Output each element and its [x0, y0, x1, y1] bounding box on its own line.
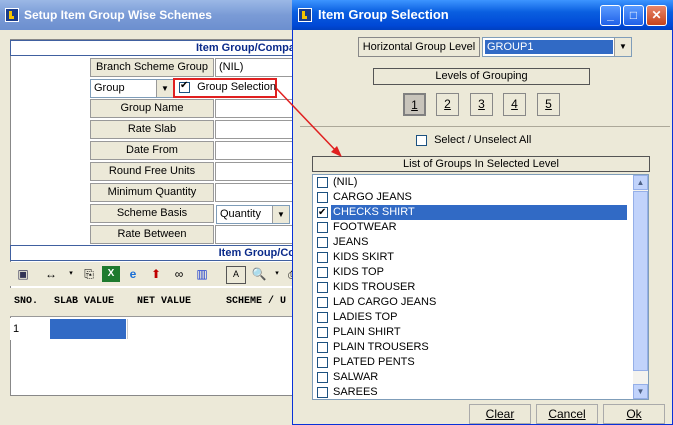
annotation-arrow [275, 87, 342, 157]
